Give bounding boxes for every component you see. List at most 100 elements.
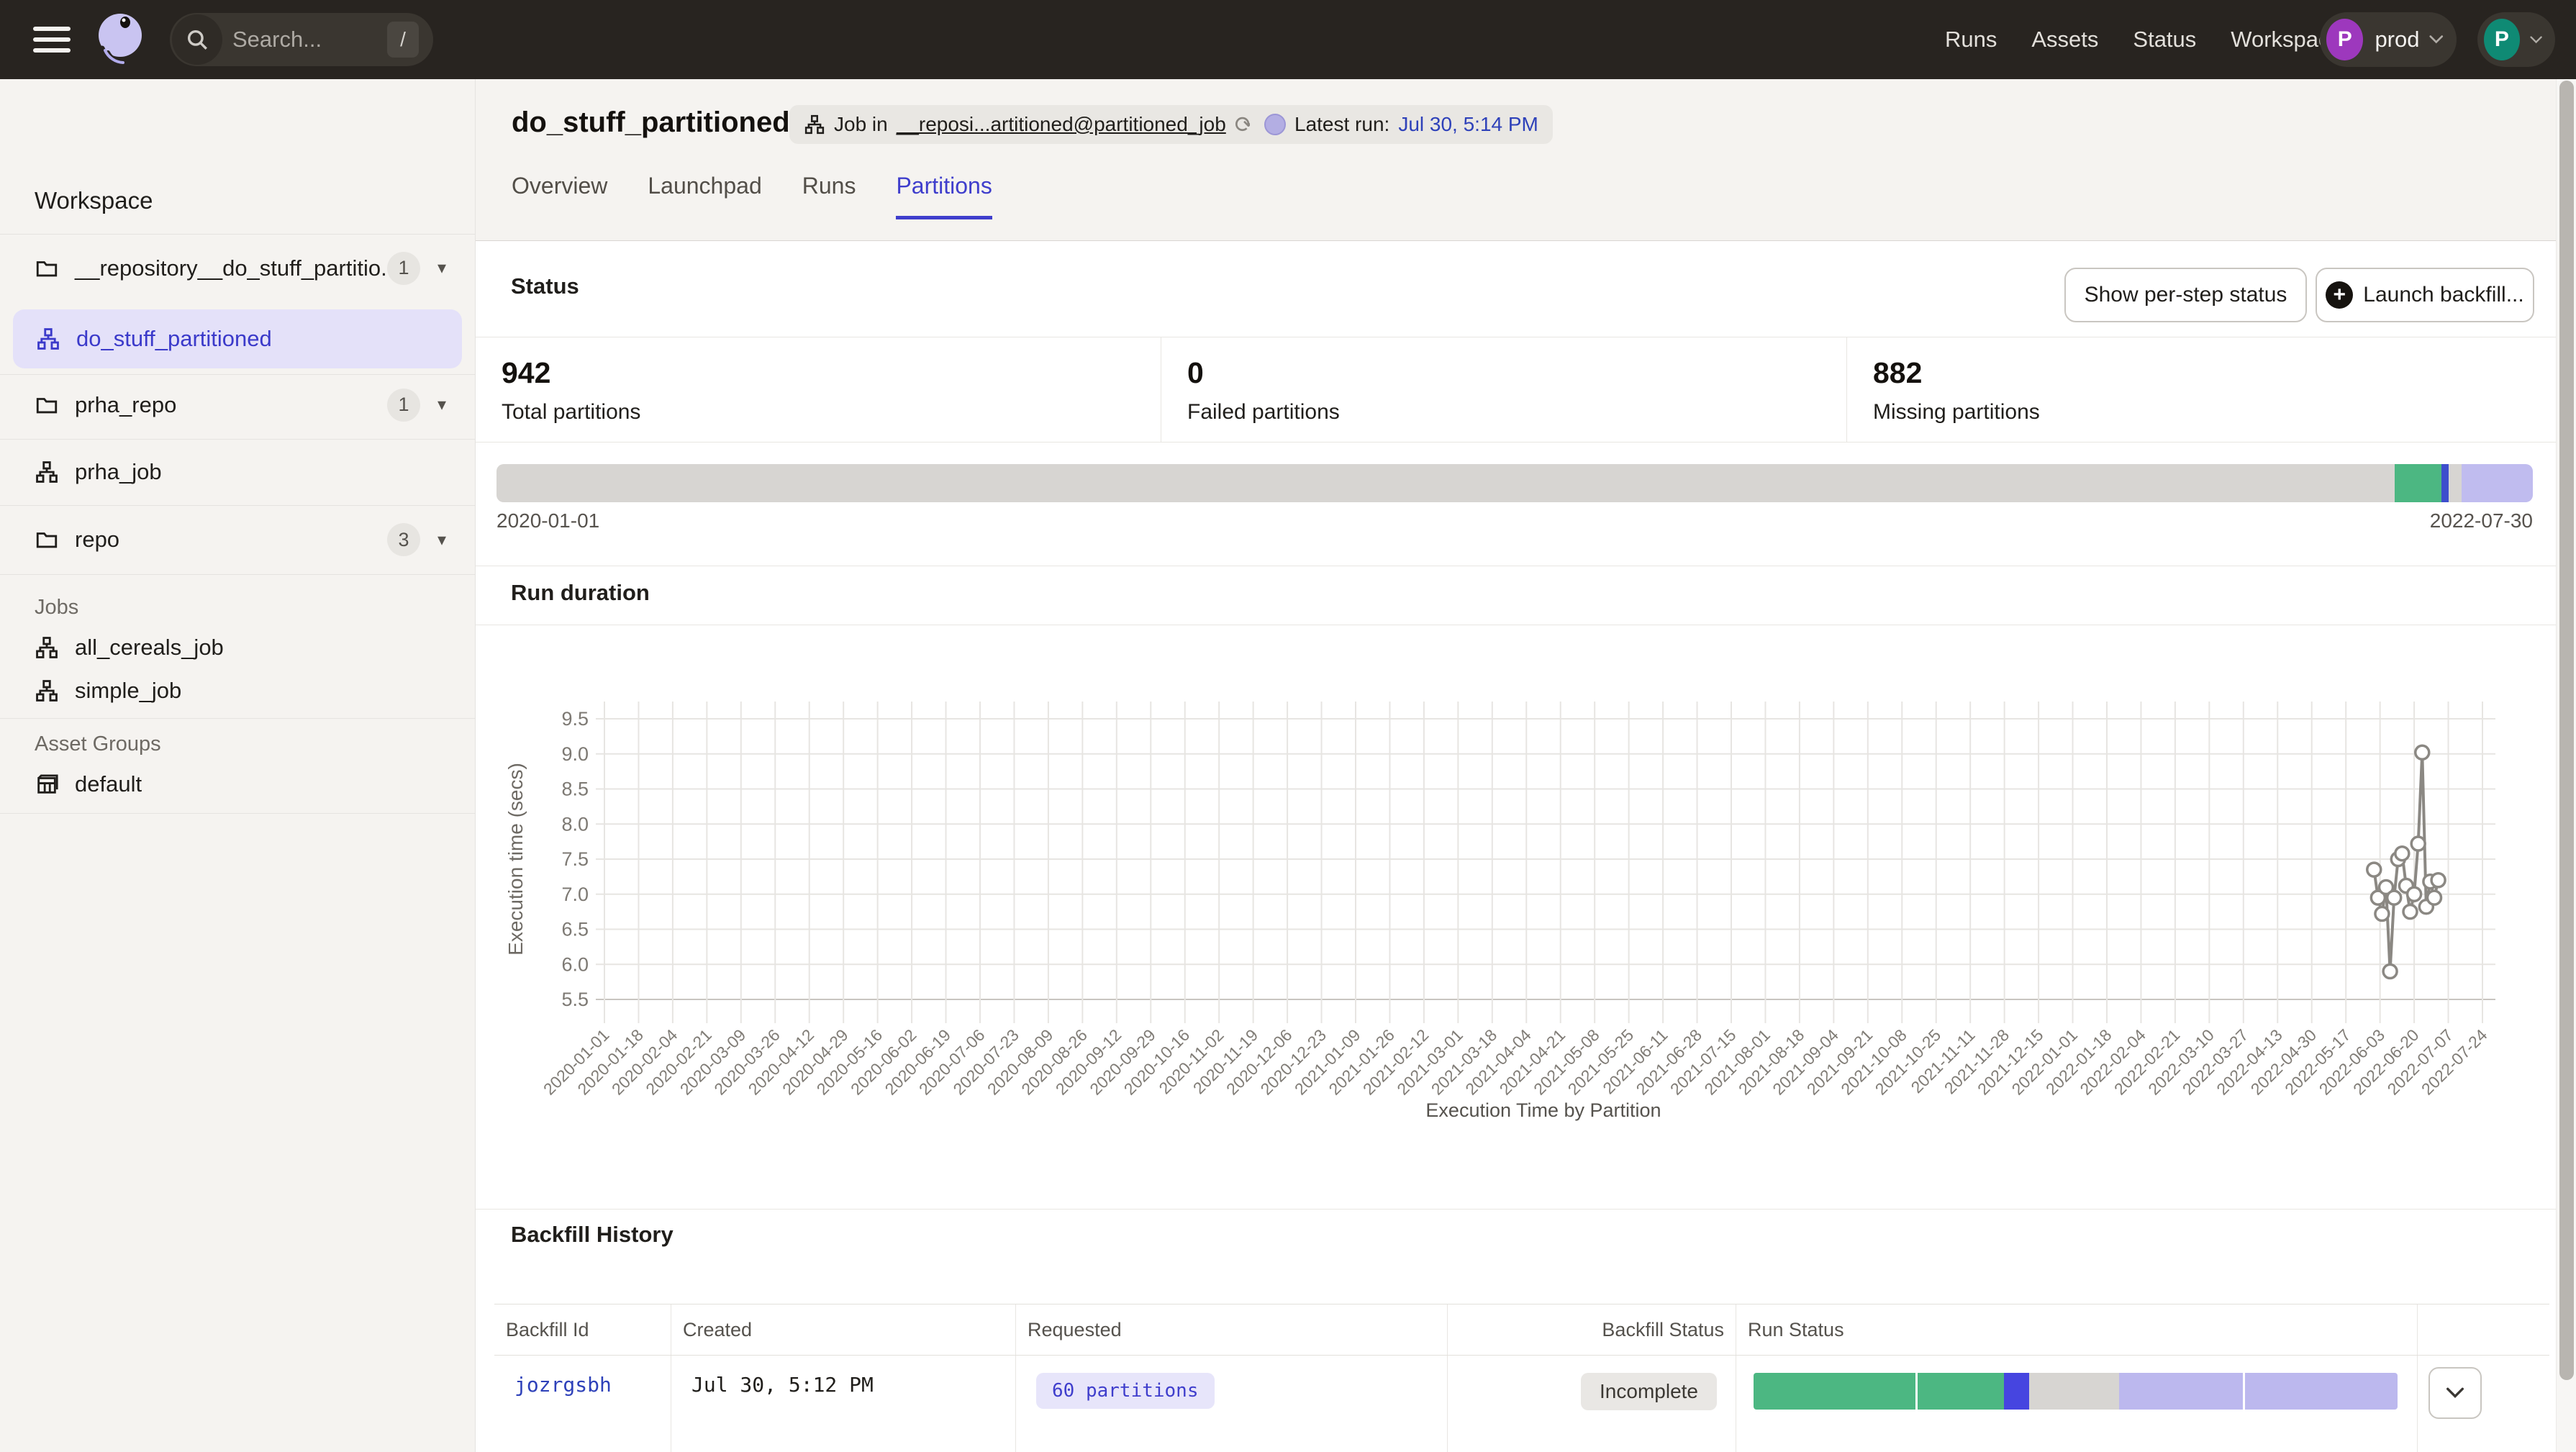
status-section-heading: Status bbox=[511, 273, 579, 299]
nav-link-assets[interactable]: Assets bbox=[2031, 27, 2098, 53]
menu-icon[interactable] bbox=[33, 27, 71, 53]
stat-value: 882 bbox=[1873, 356, 2533, 390]
partition-range-end: 2022-07-30 bbox=[2430, 509, 2533, 532]
column-header-created: Created bbox=[671, 1304, 1016, 1355]
top-nav-links: RunsAssetsStatusWorkspace bbox=[1945, 0, 2342, 79]
latest-run-link[interactable]: Jul 30, 5:14 PM bbox=[1398, 113, 1538, 136]
backfill-id-link[interactable]: jozrgsbh bbox=[506, 1373, 612, 1397]
folder-icon bbox=[35, 527, 59, 552]
section-divider bbox=[476, 1209, 2576, 1210]
column-header-actions bbox=[2418, 1304, 2549, 1355]
table-row: jozrgsbh Jul 30, 5:12 PM 60 partitions 2… bbox=[494, 1355, 2549, 1452]
sidebar-section-heading: Asset Groups bbox=[35, 732, 161, 756]
deployment-badge: P bbox=[2326, 19, 2363, 60]
partition-range-start: 2020-01-01 bbox=[496, 509, 599, 532]
expander-caret-icon[interactable]: ▾ bbox=[437, 258, 446, 278]
bar-segment bbox=[2004, 1373, 2030, 1410]
column-header-backfill-id: Backfill Id bbox=[494, 1304, 671, 1355]
sidebar-divider bbox=[0, 813, 475, 814]
data-point-marker bbox=[2375, 907, 2389, 921]
backfill-status-badge: Incomplete bbox=[1581, 1373, 1717, 1410]
run-duration-heading: Run duration bbox=[511, 580, 650, 606]
cell-backfill-status: Incomplete bbox=[1448, 1356, 1736, 1452]
job-location-link[interactable]: __reposi...artitioned@partitioned_job bbox=[897, 113, 1226, 136]
data-point-marker bbox=[2408, 887, 2421, 901]
job-tag-prefix: Job in bbox=[834, 113, 888, 136]
chevron-down-icon bbox=[2446, 1387, 2464, 1399]
expander-caret-icon[interactable]: ▾ bbox=[437, 394, 446, 415]
expander-caret-icon[interactable]: ▾ bbox=[437, 530, 446, 550]
bar-segment bbox=[1754, 1373, 1915, 1410]
folder-icon bbox=[35, 393, 59, 417]
y-tick-label: 8.0 bbox=[561, 813, 589, 835]
bar-segment bbox=[2119, 1373, 2243, 1410]
scrollbar-thumb[interactable] bbox=[2559, 81, 2574, 1380]
sidebar-section-heading: Jobs bbox=[35, 596, 78, 620]
column-header-run-status: Run Status bbox=[1736, 1304, 2418, 1355]
user-menu[interactable]: P bbox=[2477, 12, 2555, 67]
partition-status-bar bbox=[496, 464, 2533, 502]
y-tick-label: 9.5 bbox=[561, 708, 589, 730]
deployment-switcher[interactable]: P prod bbox=[2320, 12, 2457, 67]
nav-link-runs[interactable]: Runs bbox=[1945, 27, 1997, 53]
chevron-down-icon bbox=[2530, 35, 2542, 45]
column-header-backfill-status: Backfill Status bbox=[1448, 1304, 1736, 1355]
bar-segment bbox=[2462, 464, 2533, 502]
search-placeholder: Search... bbox=[232, 27, 387, 53]
sidebar-divider bbox=[0, 574, 475, 575]
bar-segment bbox=[496, 464, 2395, 502]
bar-segment bbox=[2441, 464, 2449, 502]
cell-created: Jul 30, 5:12 PM bbox=[671, 1356, 1016, 1452]
data-point-marker bbox=[2403, 905, 2417, 919]
launch-backfill-label: Launch backfill... bbox=[2363, 283, 2523, 307]
stat-label: Failed partitions bbox=[1187, 400, 1846, 425]
page-title: do_stuff_partitioned bbox=[512, 106, 790, 139]
search-input[interactable]: Search... / bbox=[170, 13, 433, 66]
sidebar-item-label: __repository__do_stuff_partitio... bbox=[75, 255, 399, 281]
stat-failed-partitions: 0Failed partitions bbox=[1161, 337, 1847, 442]
expand-row-button[interactable] bbox=[2428, 1367, 2482, 1419]
y-tick-label: 8.5 bbox=[561, 779, 589, 800]
sidebar-item--repository-do-stuff-partitio-[interactable]: __repository__do_stuff_partitio...1▾ bbox=[0, 234, 475, 302]
data-point-marker bbox=[2367, 863, 2381, 876]
sidebar-item-label: do_stuff_partitioned bbox=[76, 326, 272, 352]
sidebar-item-all-cereals-job[interactable]: all_cereals_job bbox=[0, 627, 475, 668]
bar-segment bbox=[1918, 1373, 2004, 1410]
sidebar-item-do-stuff-partitioned[interactable]: do_stuff_partitioned bbox=[13, 309, 462, 368]
sidebar-item-prha-repo[interactable]: prha_repo1▾ bbox=[0, 371, 475, 439]
show-per-step-status-label: Show per-step status bbox=[2085, 283, 2287, 307]
bar-segment bbox=[2029, 1373, 2118, 1410]
sidebar-item-default[interactable]: default bbox=[0, 764, 475, 804]
run-duration-chart: 5.56.06.57.07.58.08.59.09.52020-01-01202… bbox=[475, 633, 2576, 1137]
launch-backfill-button[interactable]: + Launch backfill... bbox=[2316, 268, 2534, 322]
tab-launchpad[interactable]: Launchpad bbox=[648, 173, 761, 219]
y-tick-label: 6.0 bbox=[561, 953, 589, 975]
data-point-marker bbox=[2428, 891, 2441, 904]
stat-label: Total partitions bbox=[502, 400, 1161, 425]
tab-bar: Overview Launchpad Runs Partitions bbox=[512, 173, 992, 219]
sidebar-item-prha-job[interactable]: prha_job bbox=[0, 439, 475, 505]
show-per-step-status-button[interactable]: Show per-step status bbox=[2064, 268, 2307, 322]
backfill-history-heading: Backfill History bbox=[511, 1222, 674, 1248]
tab-overview[interactable]: Overview bbox=[512, 173, 607, 219]
tab-runs[interactable]: Runs bbox=[802, 173, 856, 219]
dagster-logo-icon[interactable] bbox=[94, 11, 147, 68]
nav-link-status[interactable]: Status bbox=[2133, 27, 2196, 53]
data-point-marker bbox=[2416, 745, 2429, 759]
created-timestamp: Jul 30, 5:12 PM bbox=[683, 1373, 874, 1397]
vertical-scrollbar bbox=[2556, 79, 2576, 1452]
data-point-marker bbox=[2411, 837, 2425, 850]
folder-icon bbox=[35, 256, 59, 281]
cell-backfill-id: jozrgsbh bbox=[494, 1356, 671, 1452]
column-header-requested: Requested bbox=[1016, 1304, 1448, 1355]
run-status-dot-icon bbox=[1264, 114, 1286, 135]
chevron-down-icon bbox=[2429, 35, 2444, 45]
sidebar-item-simple-job[interactable]: simple_job bbox=[0, 671, 475, 711]
y-tick-label: 7.5 bbox=[561, 848, 589, 870]
plus-circle-icon: + bbox=[2326, 281, 2353, 309]
job-icon bbox=[804, 114, 825, 135]
latest-run-tag: Latest run: Jul 30, 5:14 PM bbox=[1250, 105, 1553, 144]
sidebar-item-repo[interactable]: repo3▾ bbox=[0, 505, 475, 574]
stat-missing-partitions: 882Missing partitions bbox=[1847, 337, 2533, 442]
tab-partitions[interactable]: Partitions bbox=[896, 173, 992, 219]
